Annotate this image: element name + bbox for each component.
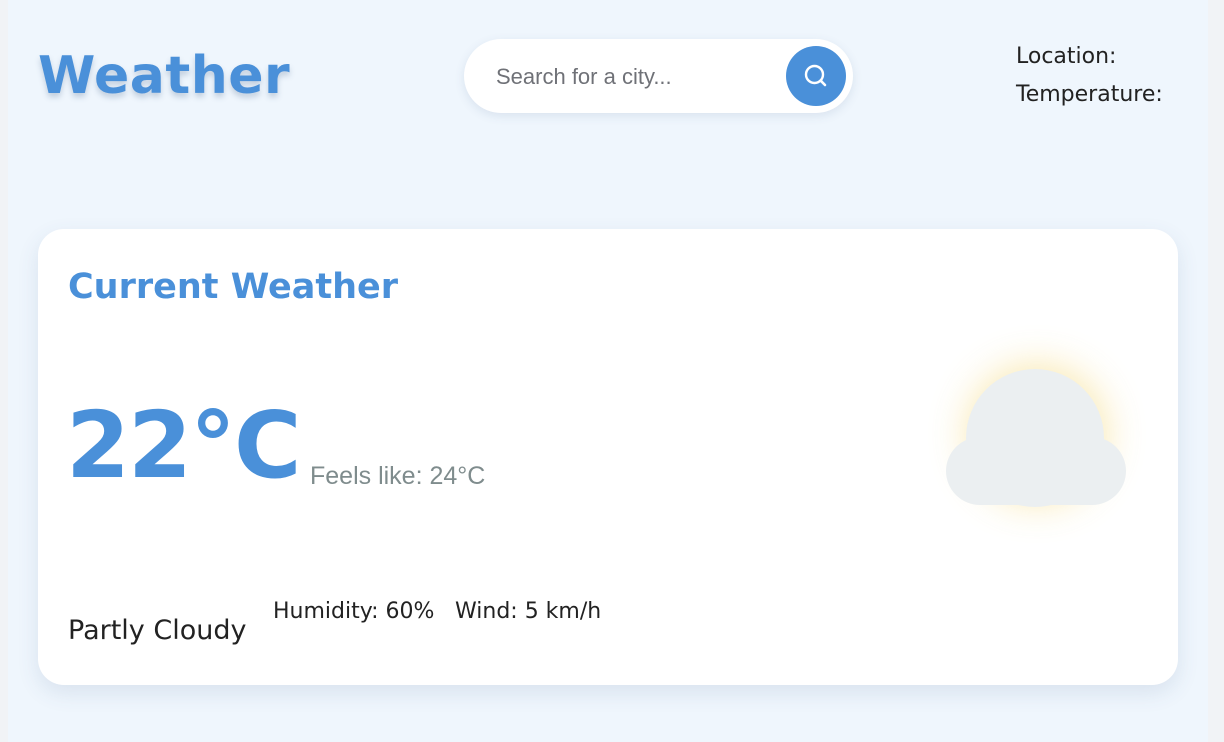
weather-app: Weather Location: Temperature: Current W… bbox=[8, 0, 1208, 742]
condition-text: Partly Cloudy bbox=[68, 615, 247, 646]
current-weather-card: Current Weather 22°C Feels like: 24°C Pa… bbox=[38, 229, 1178, 685]
city-search-input[interactable] bbox=[494, 57, 778, 97]
search-icon bbox=[804, 64, 827, 87]
partly-cloudy-icon bbox=[938, 361, 1138, 521]
search-button[interactable] bbox=[786, 46, 846, 106]
location-label: Location: bbox=[1016, 44, 1117, 69]
location-info: Location: Temperature: bbox=[1016, 38, 1163, 114]
wind-text: Wind: 5 km/h bbox=[455, 599, 602, 624]
temperature-label: Temperature: bbox=[1016, 82, 1163, 107]
cloud-base-shape bbox=[946, 437, 1126, 505]
brand-title: Weather bbox=[38, 46, 291, 106]
humidity-text: Humidity: 60% bbox=[273, 599, 435, 624]
feels-like-text: Feels like: 24°C bbox=[310, 462, 486, 490]
search-bar bbox=[464, 39, 853, 113]
temperature-value: 22°C bbox=[66, 392, 302, 499]
card-title: Current Weather bbox=[68, 267, 399, 307]
